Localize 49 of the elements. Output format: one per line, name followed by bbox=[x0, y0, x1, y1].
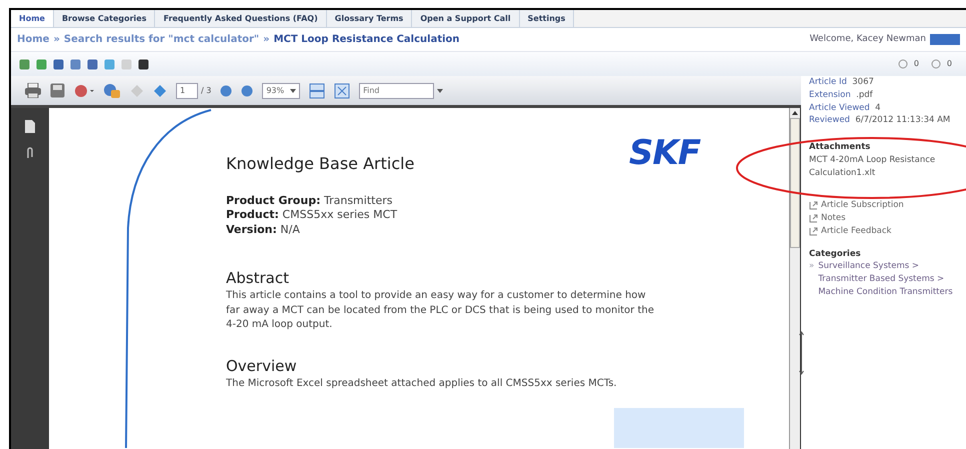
caret-icon bbox=[290, 88, 296, 92]
page-icon[interactable] bbox=[25, 120, 35, 133]
nav-tab[interactable]: Glossary Terms bbox=[326, 10, 412, 27]
category-link[interactable]: Surveillance Systems > Transmitter Based Systems > Machine Condition Transmitters bbox=[818, 260, 962, 298]
document-title: Knowledge Base Article bbox=[226, 153, 416, 175]
thumbs-down-icon[interactable] bbox=[930, 59, 941, 69]
company-logo: SKF bbox=[629, 132, 700, 175]
welcome-text: Welcome, Kacey Newman bbox=[810, 32, 926, 46]
section-heading: Overview bbox=[226, 356, 298, 377]
rating-count: 0 bbox=[914, 58, 919, 70]
action-link[interactable]: Notes bbox=[809, 212, 962, 225]
article-info: Article Viewed 4 bbox=[809, 102, 882, 114]
article-info: Extension .pdf bbox=[809, 88, 874, 102]
paperclip-icon[interactable] bbox=[25, 147, 35, 159]
zoom-dropdown[interactable]: 93% bbox=[262, 82, 300, 98]
thumbs-up-icon[interactable] bbox=[898, 59, 908, 69]
page-number-field[interactable]: 1 bbox=[176, 82, 198, 98]
article-info: Reviewed 6/7/2012 11:13:34 AM bbox=[809, 114, 952, 127]
section-text: The Microsoft Excel spreadsheet attached applies to all CMSS5xx series MCTs. bbox=[226, 377, 618, 392]
bullet-icon: » bbox=[809, 260, 814, 298]
section-heading: Abstract bbox=[226, 268, 290, 289]
article-info: Article Id 3067 bbox=[809, 76, 875, 89]
attachment-link[interactable]: MCT 4-20mA Loop Resistance Calculation1.xlt bbox=[809, 154, 962, 180]
section-text: This article contains a tool to provide an easy way for a customer to determine how far away a MCT can be located from the PLC or DCS that is being used to monitor the 4-20 mA loop output. bbox=[226, 289, 655, 332]
scrollbar-thumb[interactable] bbox=[790, 118, 800, 248]
document-field: Product: CMSS5xx series MCT bbox=[226, 208, 789, 223]
rating-count: 0 bbox=[946, 58, 952, 70]
link-icon bbox=[809, 226, 818, 236]
link-icon bbox=[809, 201, 818, 210]
section-heading: Categories bbox=[809, 248, 862, 260]
document-field: Version: N/A bbox=[226, 222, 789, 237]
breadcrumb-separator: » bbox=[263, 33, 270, 47]
breadcrumb-separator: » bbox=[53, 33, 60, 47]
nav-tab[interactable]: Home bbox=[11, 10, 54, 27]
page-total: / 3 bbox=[201, 84, 212, 96]
action-link[interactable]: Article Feedback bbox=[809, 224, 962, 238]
caret-icon[interactable] bbox=[437, 88, 444, 92]
breadcrumb-current: MCT Loop Resistance Calculation bbox=[274, 33, 460, 47]
section-heading: Attachments bbox=[809, 141, 872, 154]
resize-handle-icon[interactable] bbox=[799, 331, 804, 375]
link-icon bbox=[809, 214, 818, 223]
nav-tab[interactable]: Settings bbox=[520, 10, 574, 27]
find-field[interactable]: Find bbox=[359, 82, 434, 98]
nav-tab[interactable]: Open a Support Call bbox=[412, 10, 520, 27]
document-field: Product Group: Transmitters bbox=[226, 194, 789, 208]
nav-tab[interactable]: Browse Categories bbox=[54, 10, 156, 27]
action-link[interactable]: Article Subscription bbox=[809, 199, 962, 212]
print-icon[interactable] bbox=[25, 83, 41, 98]
nav-tab[interactable]: Frequently Asked Questions (FAQ) bbox=[155, 10, 327, 27]
